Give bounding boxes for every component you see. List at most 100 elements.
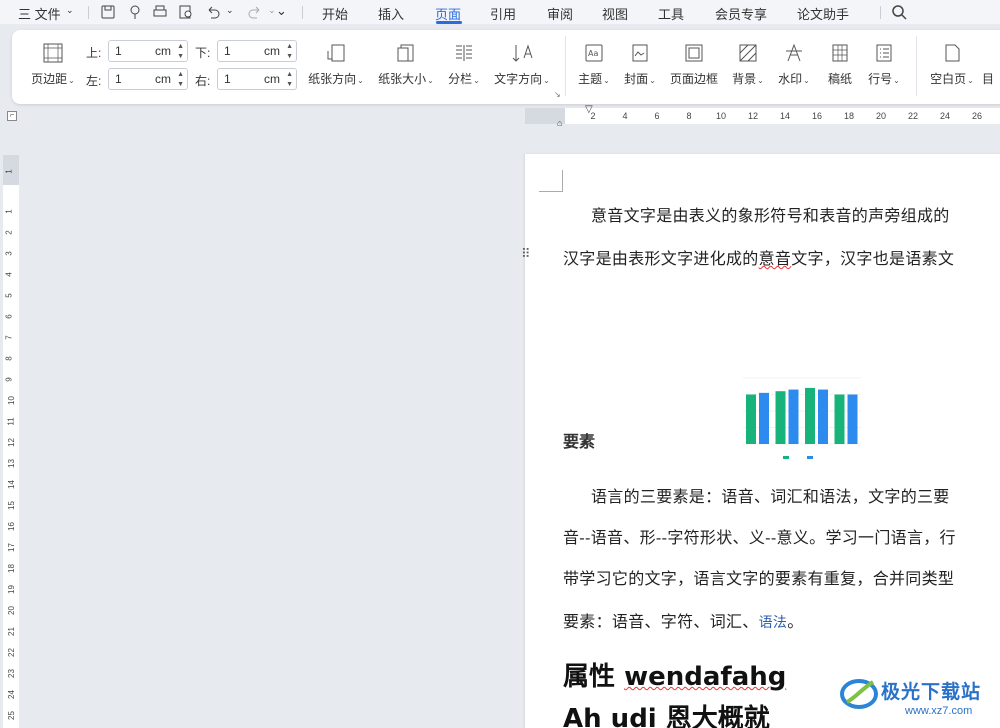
right-margin-field: 右: 1 cm ▲ ▼ xyxy=(195,68,299,90)
tab-insert[interactable]: 插入 xyxy=(378,4,404,23)
toc-icon xyxy=(986,42,1000,64)
theme-button[interactable]: Aa 主题⌄ xyxy=(574,42,614,87)
spin-up-icon[interactable]: ▲ xyxy=(286,43,293,50)
left-margin-value: 1 xyxy=(115,72,122,86)
margins-button[interactable]: 页边距⌄ xyxy=(28,42,78,87)
redo-icon[interactable] xyxy=(247,4,263,20)
left-margin-input[interactable]: 1 cm ▲ ▼ xyxy=(108,68,188,90)
horizontal-ruler[interactable]: 2 4 6 8 10 12 14 16 18 20 22 24 26 ▽ ⌂ xyxy=(525,104,1000,128)
orientation-icon xyxy=(327,44,345,62)
left-indent-marker-icon[interactable]: ⌂ xyxy=(557,118,562,128)
page-setup-launcher-icon[interactable]: ↘ xyxy=(554,90,561,99)
tab-references[interactable]: 引用 xyxy=(490,4,516,23)
tab-start[interactable]: 开始 xyxy=(322,4,348,23)
tab-tools[interactable]: 工具 xyxy=(658,4,684,23)
paragraph-line: 要素：语音、字符、词汇、语法。 xyxy=(563,612,804,631)
section-heading: 要素 xyxy=(563,432,596,451)
page-border-button[interactable]: 页面边框 xyxy=(666,42,722,87)
ruler-tick: 20 xyxy=(875,111,887,121)
site-name: 极光下载站 xyxy=(881,682,982,703)
undo-chevron-icon[interactable]: ⌄ xyxy=(226,5,234,16)
print-icon[interactable] xyxy=(152,4,168,20)
page-border-icon xyxy=(685,44,703,62)
unit-label: cm xyxy=(264,44,280,58)
right-margin-input[interactable]: 1 cm ▲ ▼ xyxy=(217,68,297,90)
toc-button[interactable]: 目 xyxy=(982,42,1000,87)
chevron-down-icon: ⌄ xyxy=(68,76,75,85)
text-direction-label: 文字方向⌄ xyxy=(494,72,550,86)
paragraph-line: 带学习它的文字，语言文字的要素有重复，合并同类型 xyxy=(563,569,955,588)
spin-down-icon[interactable]: ▼ xyxy=(177,53,184,60)
undo-icon[interactable] xyxy=(205,4,221,20)
top-margin-input[interactable]: 1 cm ▲ ▼ xyxy=(108,40,188,62)
tab-member[interactable]: 会员专享 xyxy=(715,4,767,23)
ruler-tick: 6 xyxy=(4,314,14,319)
first-line-indent-marker-icon[interactable]: ▽ xyxy=(585,104,593,115)
chart-bar xyxy=(788,389,799,444)
spin-down-icon[interactable]: ▼ xyxy=(286,53,293,60)
ruler-tick: 3 xyxy=(4,251,14,256)
margin-corner-mark xyxy=(539,170,563,192)
watermark-button[interactable]: 水印⌄ xyxy=(774,42,814,87)
line-numbers-button[interactable]: 行号⌄ xyxy=(864,42,904,87)
margins-label: 页边距⌄ xyxy=(31,72,75,86)
ruler-tick: 8 xyxy=(686,111,692,121)
document-page[interactable]: 意音文字是由表义的象形符号和表音的声旁组成的 ⠿ 汉字是由表形文字进化成的意音文… xyxy=(521,154,1000,728)
customize-quick-access-icon[interactable]: ⌄ xyxy=(276,3,287,19)
spin-down-icon[interactable]: ▼ xyxy=(286,81,293,88)
tab-paper-assistant[interactable]: 论文助手 xyxy=(797,4,849,23)
ruler-tick: 14 xyxy=(779,111,791,121)
cover-icon xyxy=(632,44,648,62)
save-icon[interactable] xyxy=(100,4,116,20)
ruler-tick: 9 xyxy=(4,377,14,382)
ruler-tick: 10 xyxy=(715,111,727,121)
top-margin-value: 1 xyxy=(115,44,122,58)
format-painter-icon[interactable] xyxy=(127,4,143,20)
chevron-down-icon: ⌄ xyxy=(757,76,764,85)
spin-down-icon[interactable]: ▼ xyxy=(177,81,184,88)
spin-up-icon[interactable]: ▲ xyxy=(177,71,184,78)
theme-label: 主题⌄ xyxy=(578,72,610,86)
file-menu[interactable]: 三 文件 xyxy=(18,4,61,23)
paper-size-button[interactable]: 纸张大小⌄ xyxy=(374,42,438,87)
background-button[interactable]: 背景⌄ xyxy=(728,42,768,87)
chevron-down-icon: ⌄ xyxy=(543,76,550,85)
chevron-down-icon: ⌄ xyxy=(473,76,480,85)
print-preview-icon[interactable] xyxy=(178,4,194,20)
tab-view[interactable]: 视图 xyxy=(602,4,628,23)
svg-text:Aa: Aa xyxy=(588,49,598,58)
bottom-margin-input[interactable]: 1 cm ▲ ▼ xyxy=(217,40,297,62)
search-icon[interactable] xyxy=(891,4,907,20)
spin-up-icon[interactable]: ▲ xyxy=(286,71,293,78)
ruler-tick: 6 xyxy=(654,111,660,121)
tab-review[interactable]: 审阅 xyxy=(547,4,573,23)
menubar: 三 文件 ⌄ ⌄ ⌄ ⌄ 开始 插入 页面 引用 审阅 视图 工具 会员专享 论… xyxy=(0,0,1000,24)
legend-swatch-series-1 xyxy=(783,456,789,459)
bar-chart[interactable] xyxy=(735,372,875,462)
ruler-tick: 26 xyxy=(971,111,983,121)
top-margin-label: 上: xyxy=(86,46,102,60)
redo-chevron-icon[interactable]: ⌄ xyxy=(268,5,276,16)
toc-label: 目 xyxy=(982,72,995,86)
manuscript-paper-button[interactable]: 稿纸 xyxy=(820,42,860,87)
orientation-button[interactable]: 纸张方向⌄ xyxy=(304,42,368,87)
line-numbers-label: 行号⌄ xyxy=(868,72,900,86)
paragraph-line: 语言的三要素是：语音、词汇和语法，文字的三要 xyxy=(591,487,950,506)
tab-stop-selector[interactable]: ⌐ xyxy=(7,111,17,121)
vertical-ruler[interactable]: 1 1 2 3 4 5 6 7 8 9 10 11 12 13 14 15 16 17 18 19 20 21 22 23 2… xyxy=(3,155,19,728)
chevron-down-icon: ⌄ xyxy=(603,76,610,85)
ruler-tick: 8 xyxy=(4,356,14,361)
columns-button[interactable]: 分栏⌄ xyxy=(444,42,484,87)
ruler-tick: 15 xyxy=(6,501,16,510)
file-menu-chevron-icon[interactable]: ⌄ xyxy=(66,5,74,16)
text-direction-button[interactable]: 文字方向⌄ xyxy=(490,42,554,87)
drag-handle-icon[interactable]: ⠿ xyxy=(521,246,530,262)
spin-up-icon[interactable]: ▲ xyxy=(177,43,184,50)
chart-bar xyxy=(775,391,786,444)
ruler-tick: 1 xyxy=(4,209,14,214)
cover-button[interactable]: 封面⌄ xyxy=(620,42,660,87)
right-margin-value: 1 xyxy=(224,72,231,86)
blank-page-button[interactable]: 空白页⌄ xyxy=(926,42,978,87)
site-watermark: 极光下载站 www.xz7.com xyxy=(835,672,1000,728)
ruler-tick: 18 xyxy=(6,564,16,573)
